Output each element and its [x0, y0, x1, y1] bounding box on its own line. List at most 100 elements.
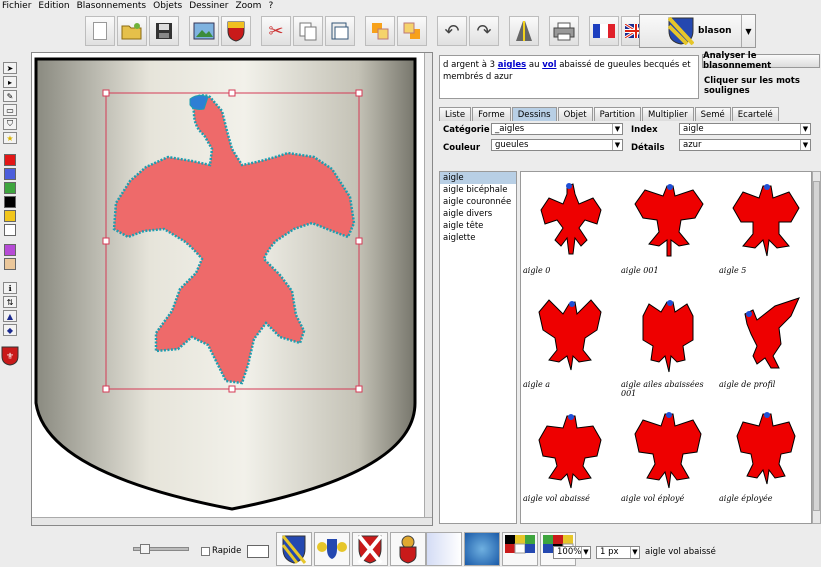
pattern-texture[interactable] [464, 532, 500, 566]
blazon-link-aigles[interactable]: aigles [498, 60, 526, 70]
color-carnation[interactable] [4, 258, 16, 270]
copy-button[interactable] [293, 16, 323, 46]
color-azur[interactable] [4, 168, 16, 180]
bring-front-button[interactable] [365, 16, 395, 46]
gallery-item[interactable]: aigle 5 [717, 172, 815, 284]
gules-shield-lys-icon[interactable]: ⚜ [1, 346, 19, 366]
color-gueules[interactable] [4, 154, 16, 166]
recent-shield-azure[interactable] [276, 532, 312, 566]
cut-button[interactable]: ✂ [261, 16, 291, 46]
tab-multiplier[interactable]: Multiplier [642, 107, 694, 121]
paste-button[interactable] [325, 16, 355, 46]
lozenge-tool[interactable]: ◆ [3, 324, 17, 336]
tab-forme[interactable]: Forme [472, 107, 511, 121]
menu-zoom[interactable]: Zoom [235, 0, 261, 12]
recent-shield-saltire[interactable] [352, 532, 388, 566]
star-tool[interactable]: ★ [3, 132, 17, 144]
color-pourpre[interactable] [4, 244, 16, 256]
tab-partition[interactable]: Partition [593, 107, 642, 121]
redo-button[interactable]: ↷ [469, 16, 499, 46]
new-file-button[interactable] [85, 16, 115, 46]
menu-objets[interactable]: Objets [153, 0, 182, 12]
color-sable[interactable] [4, 196, 16, 208]
gallery-scrollbar[interactable] [812, 171, 821, 524]
open-folder-button[interactable] [117, 16, 147, 46]
list-item[interactable]: aigle couronnée [440, 196, 516, 208]
tab-objet[interactable]: Objet [557, 107, 593, 121]
import-image-button[interactable] [189, 16, 219, 46]
recent-shield-knight[interactable] [390, 532, 426, 566]
shield-shape-tool[interactable]: ⛉ [3, 118, 17, 130]
resize-handle[interactable] [102, 89, 110, 97]
resize-handle[interactable] [355, 237, 363, 245]
tab-dessins[interactable]: Dessins [511, 107, 557, 121]
index-select[interactable]: aigle ▼ [679, 123, 811, 135]
couleur-select[interactable]: gueules ▼ [491, 139, 623, 151]
send-back-button[interactable] [397, 16, 427, 46]
menu-edition[interactable]: Edition [38, 0, 69, 12]
menu-fichier[interactable]: Fichier [2, 0, 31, 12]
canvas-vertical-scrollbar[interactable] [424, 53, 432, 519]
resize-handle[interactable] [102, 237, 110, 245]
resize-handle[interactable] [228, 89, 236, 97]
blazon-link-vol[interactable]: vol [542, 60, 556, 70]
details-select[interactable]: azur ▼ [679, 139, 811, 151]
gallery-item[interactable]: aigle éployée [717, 400, 815, 512]
list-item[interactable]: aigle [440, 172, 516, 184]
node-tool[interactable]: ▸ [3, 76, 17, 88]
rectangle-tool[interactable]: ▭ [3, 104, 17, 116]
resize-handle[interactable] [355, 385, 363, 393]
list-item[interactable]: aiglette [440, 232, 516, 244]
canvas-horizontal-scrollbar[interactable] [32, 517, 432, 525]
analyse-blazon-button[interactable]: Analyser le blasonnement [702, 51, 820, 71]
resize-handle[interactable] [228, 385, 236, 393]
save-button[interactable] [149, 16, 179, 46]
slider-knob[interactable] [140, 544, 150, 554]
recent-shield-supporters[interactable] [314, 532, 350, 566]
list-item[interactable]: aigle tête [440, 220, 516, 232]
triangle-tool[interactable]: ▲ [3, 310, 17, 322]
flip-tool[interactable]: ⇅ [3, 296, 17, 308]
resize-handle[interactable] [102, 385, 110, 393]
gallery-item[interactable]: aigle 001 [619, 172, 717, 284]
pattern-color-grid[interactable] [502, 532, 538, 566]
select-tool[interactable]: ➤ [3, 62, 17, 74]
rapide-checkbox[interactable] [201, 547, 210, 556]
menu-dessiner[interactable]: Dessiner [189, 0, 228, 12]
pattern-gradient[interactable] [426, 532, 462, 566]
gallery-item[interactable]: aigle vol éployé [619, 400, 717, 512]
lang-fr-button[interactable] [589, 16, 619, 46]
gallery-item[interactable]: aigle a [521, 286, 619, 398]
undo-button[interactable]: ↶ [437, 16, 467, 46]
color-argent[interactable] [4, 224, 16, 236]
zoom-slider[interactable] [133, 544, 189, 554]
color-preview-box[interactable] [247, 545, 269, 558]
list-item[interactable]: aigle bicéphale [440, 184, 516, 196]
pen-tool[interactable]: ✎ [3, 90, 17, 102]
stroke-width-select[interactable]: 1 px ▼ [596, 546, 640, 559]
gallery-item[interactable]: aigle 0 [521, 172, 619, 284]
info-tool[interactable]: ℹ [3, 282, 17, 294]
color-or[interactable] [4, 210, 16, 222]
symbol-list[interactable]: aigle aigle bicéphale aigle couronnée ai… [439, 171, 517, 524]
menu-help[interactable]: ? [268, 0, 273, 12]
gallery-item[interactable]: aigle vol abaissé [521, 400, 619, 512]
gallery-item[interactable]: aigle de profil [717, 286, 815, 398]
resize-handle[interactable] [355, 89, 363, 97]
list-item[interactable]: aigle divers [440, 208, 516, 220]
scrollbar-thumb[interactable] [813, 181, 820, 511]
tab-ecartele[interactable]: Ecartelé [731, 107, 779, 121]
gallery-item[interactable]: aigle ailes abaissées 001 [619, 286, 717, 398]
categorie-select[interactable]: _aigles ▼ [491, 123, 623, 135]
tab-liste[interactable]: Liste [439, 107, 472, 121]
print-button[interactable] [549, 16, 579, 46]
tab-seme[interactable]: Semé [694, 107, 731, 121]
blazon-text-area[interactable]: d argent à 3 aigles au vol abaissé de gu… [439, 55, 699, 99]
menu-blasonnements[interactable]: Blasonnements [77, 0, 147, 12]
zoom-select[interactable]: 100% ▼ [553, 546, 591, 559]
blason-type-combo[interactable]: blason ▼ [639, 14, 756, 48]
shield-button[interactable] [221, 16, 251, 46]
perspective-button[interactable] [509, 16, 539, 46]
color-sinople[interactable] [4, 182, 16, 194]
drawing-canvas[interactable] [31, 52, 433, 526]
